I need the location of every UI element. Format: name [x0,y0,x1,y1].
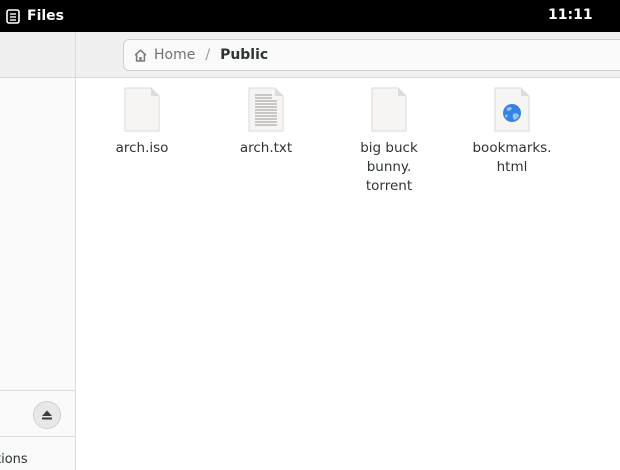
file-name-line: bookmarks. [472,140,552,156]
file-name-line: bunny. [366,159,412,175]
breadcrumb: Home / Public [123,39,620,71]
file-name: big buck bunny. torrent [360,139,418,196]
file-item[interactable]: arch.iso [94,87,190,158]
file-name-line: big buck [360,140,418,156]
app-name: Files [27,8,64,24]
eject-icon [42,410,52,420]
file-item[interactable]: big buck bunny. torrent [341,87,437,196]
sidebar-divider [0,390,75,391]
clock[interactable]: 11:11 [548,7,593,23]
top-bar: Files 11:11 [0,0,620,32]
breadcrumb-separator: / [205,47,211,63]
generic-file-icon [124,87,160,132]
file-grid: arch.iso arch.txt big buck bunny. torren… [77,79,620,470]
file-item[interactable]: bookmarks. html [464,87,560,177]
file-name-line: torrent [365,178,413,194]
sidebar-divider [0,436,75,437]
sidebar-header [0,32,75,78]
file-name: bookmarks. html [472,139,551,177]
home-icon [134,48,147,62]
sidebar: tions [0,32,76,470]
file-item[interactable]: arch.txt [218,87,314,158]
header-bar: Home / Public [76,32,620,78]
generic-file-icon [371,87,407,132]
text-file-icon [248,87,284,132]
files-app-icon [6,8,20,24]
app-menu[interactable]: Files [6,6,64,26]
breadcrumb-home[interactable]: Home [133,47,195,63]
breadcrumb-home-label: Home [154,47,196,63]
file-name-line: html [496,159,528,175]
file-name: arch.iso [115,140,169,156]
html-file-icon [494,87,530,132]
file-name: arch.txt [239,140,293,156]
sidebar-item-other-locations[interactable]: tions [0,452,28,467]
breadcrumb-current[interactable]: Public [220,47,268,63]
eject-button[interactable] [33,401,61,429]
